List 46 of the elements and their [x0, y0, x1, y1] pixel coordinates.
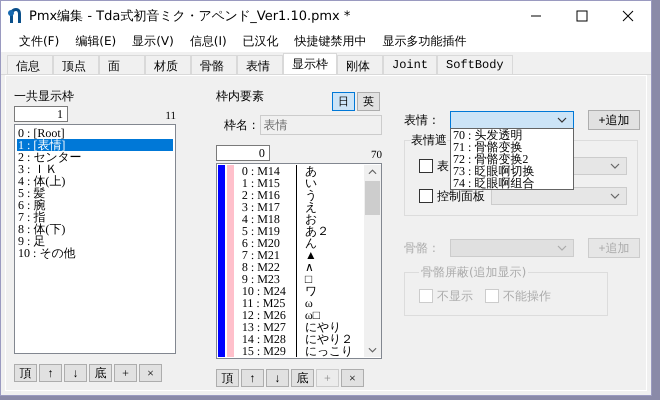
element-name: ▲ [296, 249, 317, 261]
element-id: 0 : M14 [242, 165, 281, 177]
section-heading: 一共显示枠 [14, 88, 75, 104]
element-id: 7 : M21 [242, 249, 281, 261]
element-name: ん [296, 237, 317, 249]
element-id: 5 : M19 [242, 225, 281, 237]
element-name: え [296, 201, 317, 213]
checkbox-label: 表 [437, 158, 449, 174]
element-id: 4 : M18 [242, 213, 281, 225]
element-name: ∧ [296, 261, 314, 273]
element-id: 8 : M22 [242, 261, 281, 273]
element-name: にやり [296, 321, 341, 333]
element-name: ω [296, 297, 313, 309]
element-id: 9 : M23 [242, 273, 281, 285]
section-heading: 枠内要素 [216, 88, 264, 104]
checkbox-label: 不显示 [437, 288, 473, 304]
element-id: 13 : M27 [242, 321, 287, 333]
count-label: 70 [371, 149, 382, 161]
checkbox-label: 控制面板 [437, 188, 485, 204]
element-name: にっこり [296, 345, 353, 357]
element-name: う [296, 189, 317, 201]
element-id: 2 : M16 [242, 189, 281, 201]
window-title: Pmx编集 - Tda式初音ミク・アペンド_Ver1.10.pmx * [29, 8, 352, 25]
element-id: 12 : M26 [242, 309, 287, 321]
element-id: 11 : M25 [242, 297, 286, 309]
group-title: 表情遮 [411, 132, 447, 149]
element-name: い [296, 177, 317, 189]
element-name: にやり２ [296, 333, 353, 345]
element-id: 3 : M17 [242, 201, 281, 213]
element-name: □ [296, 273, 312, 285]
element-id: 14 : M28 [242, 333, 287, 345]
element-name: ω□ [296, 309, 320, 321]
name-label: 枠名 : [224, 116, 256, 134]
element-name: あ２ [296, 225, 329, 237]
bone-label: 骨骼 : [404, 240, 437, 256]
element-name: ワ [296, 285, 317, 297]
element-name: お [296, 213, 317, 225]
element-id: 15 : M29 [242, 345, 287, 357]
element-name: あ [296, 165, 317, 177]
element-id: 10 : M24 [242, 285, 287, 297]
element-id: 1 : M15 [242, 177, 281, 189]
group-title: 骨骼屏蔽(追加显示) [420, 264, 528, 281]
element-id: 6 : M20 [242, 237, 281, 249]
morph-label: 表情 : [404, 112, 437, 128]
count-label: 11 [165, 110, 176, 122]
checkbox-label: 不能操作 [503, 288, 551, 304]
